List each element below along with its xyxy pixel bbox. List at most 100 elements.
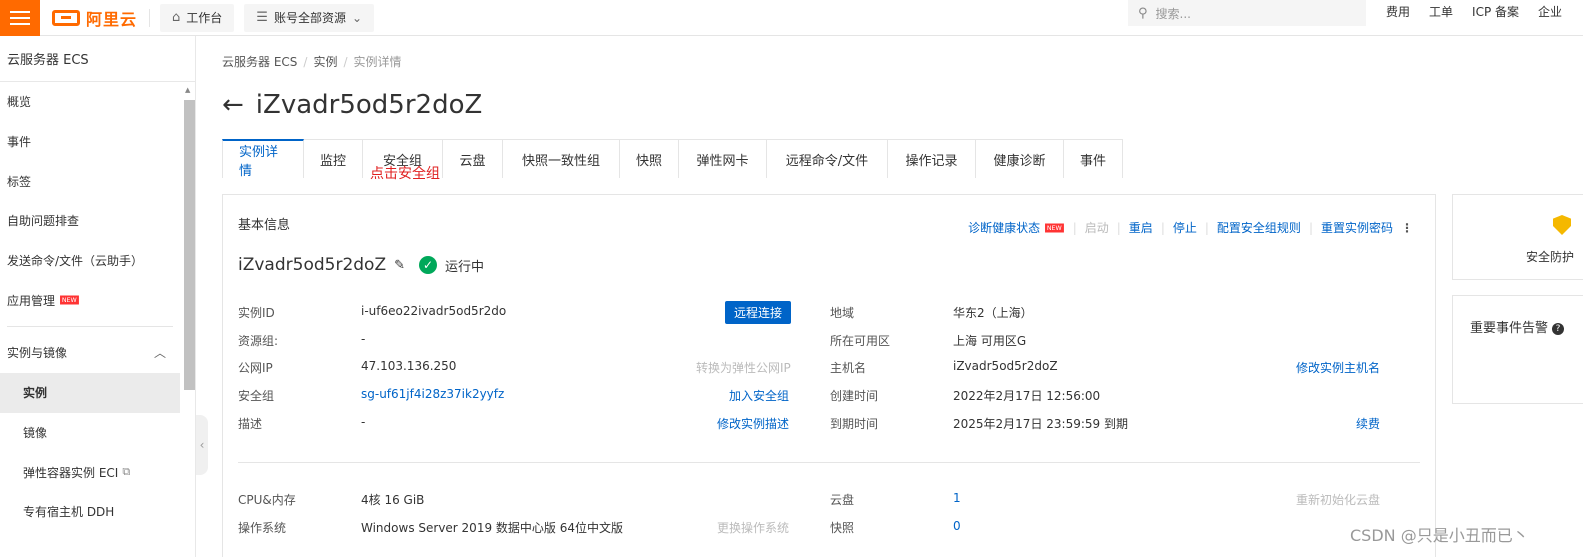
security-protection-label: 安全防护 xyxy=(1526,250,1575,264)
edit-hostname-link[interactable]: 修改实例主机名 xyxy=(1296,359,1380,376)
tab-remote-command[interactable]: 远程命令/文件 xyxy=(767,139,888,178)
workbench-label: 工作台 xyxy=(186,11,223,25)
region-value: 华东2（上海） xyxy=(953,306,1033,320)
tab-eni[interactable]: 弹性网卡 xyxy=(679,139,767,178)
enterprise-link[interactable]: 企业 xyxy=(1538,3,1562,20)
diagnose-health-link[interactable]: 诊断健康状态 xyxy=(968,219,1040,236)
divider xyxy=(7,326,173,328)
aliyun-logo[interactable]: 阿里云 xyxy=(52,0,137,36)
disk-count-link[interactable]: 1 xyxy=(953,491,961,505)
search-input[interactable]: ⚲ 搜索... xyxy=(1128,0,1366,26)
search-icon: ⚲ xyxy=(1138,5,1148,21)
menu-icon[interactable] xyxy=(0,0,40,36)
annotation-text: 点击安全组 xyxy=(370,166,440,182)
reset-password-link[interactable]: 重置实例密码 xyxy=(1321,219,1393,236)
top-links: 费用 工单 ICP 备案 企业 xyxy=(1386,0,1562,22)
tab-snapshot-consistency-group[interactable]: 快照一致性组 xyxy=(503,139,620,178)
sidebar-item-eci[interactable]: 弹性容器实例 ECI ⧉ xyxy=(0,452,180,492)
sidebar-item-label: 标签 xyxy=(7,174,32,189)
start-button[interactable]: 启动 xyxy=(1085,219,1109,236)
basic-info-card: 基本信息 诊断健康状态 NEW | 启动 | 重启 | 停止 | 配置安全组规则… xyxy=(222,194,1436,557)
instance-name: iZvadr5od5r2doZ xyxy=(238,255,387,275)
edit-description-link[interactable]: 修改实例描述 xyxy=(717,415,789,432)
tab-instance-details[interactable]: 实例详情 xyxy=(222,139,304,179)
restart-button[interactable]: 重启 xyxy=(1129,219,1153,236)
sidebar-collapse-handle[interactable]: ‹ xyxy=(196,415,208,475)
home-icon: ⌂ xyxy=(172,10,181,25)
join-security-group-link[interactable]: 加入安全组 xyxy=(729,387,789,404)
sidebar-item-label: 自助问题排查 xyxy=(7,214,80,229)
sidebar-group-instances-images[interactable]: 实例与镜像 ︿ xyxy=(0,333,180,373)
sidebar-item-app-management[interactable]: 应用管理 NEW xyxy=(0,280,180,320)
sidebar-item-tags[interactable]: 标签 xyxy=(0,161,180,201)
config-sg-rules-link[interactable]: 配置安全组规则 xyxy=(1217,219,1301,236)
sidebar-item-label: 事件 xyxy=(7,135,32,150)
sidebar-item-overview[interactable]: 概览 xyxy=(0,82,180,122)
tab-snapshot[interactable]: 快照 xyxy=(620,139,679,178)
sidebar-item-events[interactable]: 事件 xyxy=(0,122,180,162)
public-ip-label: 公网IP xyxy=(238,361,273,375)
scroll-up-icon[interactable]: ▲ xyxy=(185,86,190,94)
breadcrumb-instances[interactable]: 实例 xyxy=(313,55,337,69)
scroll-thumb[interactable] xyxy=(184,100,195,390)
change-os-link[interactable]: 更换操作系统 xyxy=(717,519,789,536)
security-protection-card[interactable]: 安全防护 xyxy=(1452,194,1583,280)
security-group-label: 安全组 xyxy=(238,389,275,403)
sidebar-item-label: 概览 xyxy=(7,95,32,110)
help-icon[interactable]: ? xyxy=(1552,322,1565,335)
status-text: 运行中 xyxy=(445,259,485,275)
tab-operation-log[interactable]: 操作记录 xyxy=(888,139,976,178)
sidebar-scrollbar[interactable]: ▲ xyxy=(182,86,196,416)
icp-link[interactable]: ICP 备案 xyxy=(1472,3,1519,20)
snapshot-count-link[interactable]: 0 xyxy=(953,519,961,533)
sidebar-item-label: 实例 xyxy=(23,386,48,401)
os-value: Windows Server 2019 数据中心版 64位中文版 xyxy=(361,521,623,535)
more-icon[interactable]: ⋮ xyxy=(1401,221,1413,235)
remote-connect-button[interactable]: 远程连接 xyxy=(725,301,791,324)
reinit-disk-link[interactable]: 重新初始化云盘 xyxy=(1296,491,1380,508)
check-icon: ✓ xyxy=(419,256,438,274)
instance-id-value: i-uf6eo22ivadr5od5r2do xyxy=(361,304,507,318)
disk-label: 云盘 xyxy=(830,493,855,507)
os-label: 操作系统 xyxy=(238,521,287,535)
snapshot-label: 快照 xyxy=(830,521,855,535)
billing-link[interactable]: 费用 xyxy=(1386,3,1410,20)
tab-events[interactable]: 事件 xyxy=(1064,139,1123,178)
sidebar-item-label: 镜像 xyxy=(23,425,48,440)
page-title-text: iZvadr5od5r2doZ xyxy=(255,90,483,120)
workbench-button[interactable]: ⌂ 工作台 xyxy=(160,3,235,32)
tab-cloud-disk[interactable]: 云盘 xyxy=(443,139,503,178)
sidebar-item-ddh[interactable]: 专有宿主机 DDH xyxy=(0,492,180,532)
convert-eip-link[interactable]: 转换为弹性公网IP xyxy=(696,359,791,376)
breadcrumb-current: 实例详情 xyxy=(353,55,402,69)
sidebar-item-send-command[interactable]: 发送命令/文件（云助手） xyxy=(0,241,180,281)
sidebar-item-instances[interactable]: 实例 xyxy=(0,372,180,413)
sidebar-item-label: 专有宿主机 DDH xyxy=(23,505,115,520)
cpu-memory-value: 4核 16 GiB xyxy=(361,493,425,507)
breadcrumb-ecs[interactable]: 云服务器 ECS xyxy=(222,55,297,69)
card-title: 基本信息 xyxy=(238,218,291,233)
created-time-value: 2022年2月17日 12:56:00 xyxy=(953,389,1101,403)
sidebar-item-images[interactable]: 镜像 xyxy=(0,413,180,453)
divider xyxy=(149,8,151,27)
sidebar-group-label: 实例与镜像 xyxy=(7,346,68,361)
divider xyxy=(238,462,1420,463)
tab-monitoring[interactable]: 监控 xyxy=(304,139,363,178)
zone-value: 上海 可用区G xyxy=(953,334,1027,348)
security-group-link[interactable]: sg-uf61jf4i28z37ik2yyfz xyxy=(361,387,504,401)
expire-time-label: 到期时间 xyxy=(830,417,879,431)
stop-button[interactable]: 停止 xyxy=(1173,219,1197,236)
sidebar-item-troubleshoot[interactable]: 自助问题排查 xyxy=(0,201,180,241)
edit-icon[interactable]: ✎ xyxy=(394,258,405,273)
new-badge: NEW xyxy=(60,295,79,305)
tab-health-diagnosis[interactable]: 健康诊断 xyxy=(976,139,1064,178)
renew-link[interactable]: 续费 xyxy=(1356,415,1380,432)
ticket-link[interactable]: 工单 xyxy=(1429,3,1453,20)
resource-scope-dropdown[interactable]: ☰ 账号全部资源 ⌄ xyxy=(244,3,375,32)
aliyun-logo-icon xyxy=(52,9,80,26)
zone-label: 所在可用区 xyxy=(830,334,891,348)
back-arrow-icon[interactable]: ← xyxy=(222,92,244,118)
resource-scope-label: 账号全部资源 xyxy=(273,11,346,25)
cpu-memory-label: CPU&内存 xyxy=(238,493,296,507)
top-bar: 阿里云 ⌂ 工作台 ☰ 账号全部资源 ⌄ ⚲ 搜索... 费用 工单 ICP 备… xyxy=(0,0,1583,36)
